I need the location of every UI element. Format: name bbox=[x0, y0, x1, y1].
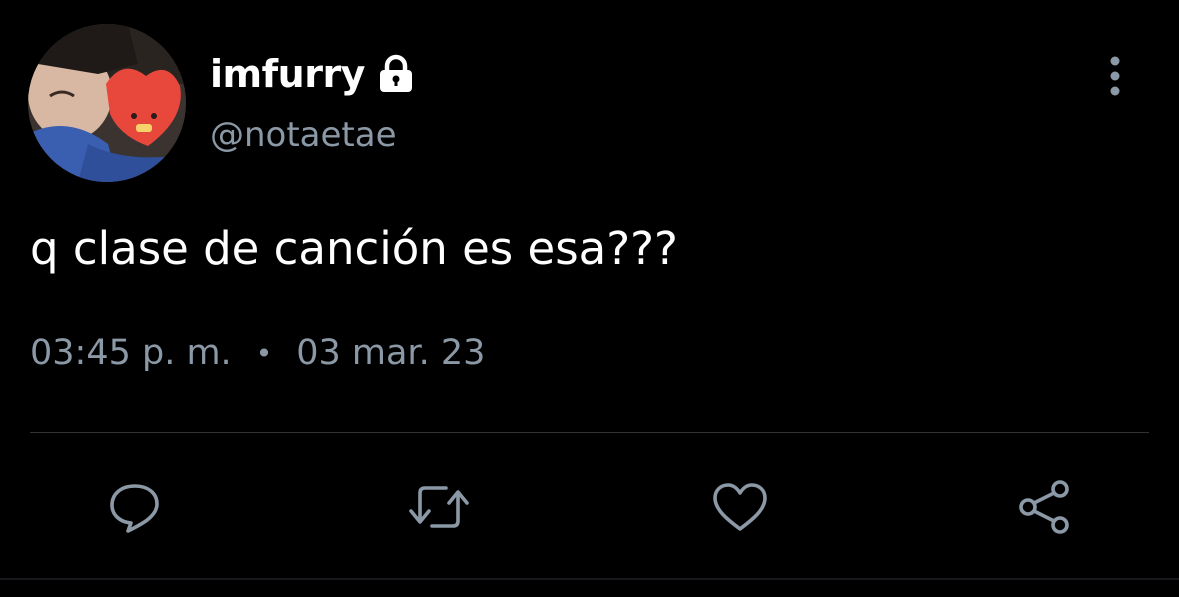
tweet-text: q clase de canción es esa??? bbox=[30, 222, 678, 275]
tweet-date: 03 mar. 23 bbox=[296, 333, 486, 373]
retweet-icon bbox=[409, 486, 469, 528]
reply-icon bbox=[110, 484, 159, 533]
share-icon bbox=[1019, 480, 1069, 534]
more-options-button[interactable] bbox=[1095, 52, 1135, 100]
divider bbox=[30, 432, 1149, 433]
author-handle[interactable]: @notaetae bbox=[210, 118, 397, 152]
more-vertical-icon bbox=[1110, 56, 1120, 96]
bottom-divider bbox=[0, 578, 1179, 580]
tweet-time: 03:45 p. m. bbox=[30, 333, 232, 373]
meta-separator: • bbox=[255, 336, 273, 370]
display-name[interactable]: imfurry bbox=[210, 55, 365, 93]
retweet-button[interactable] bbox=[404, 472, 474, 542]
tweet-timestamp[interactable]: 03:45 p. m. • 03 mar. 23 bbox=[30, 336, 485, 371]
avatar-photo bbox=[28, 24, 186, 182]
lock-icon bbox=[375, 53, 417, 95]
avatar[interactable] bbox=[28, 24, 186, 182]
reply-button[interactable] bbox=[100, 472, 170, 542]
share-button[interactable] bbox=[1009, 472, 1079, 542]
action-bar bbox=[0, 472, 1179, 542]
like-button[interactable] bbox=[705, 472, 775, 542]
author-name-row: imfurry bbox=[210, 44, 417, 104]
heart-icon bbox=[713, 483, 767, 531]
